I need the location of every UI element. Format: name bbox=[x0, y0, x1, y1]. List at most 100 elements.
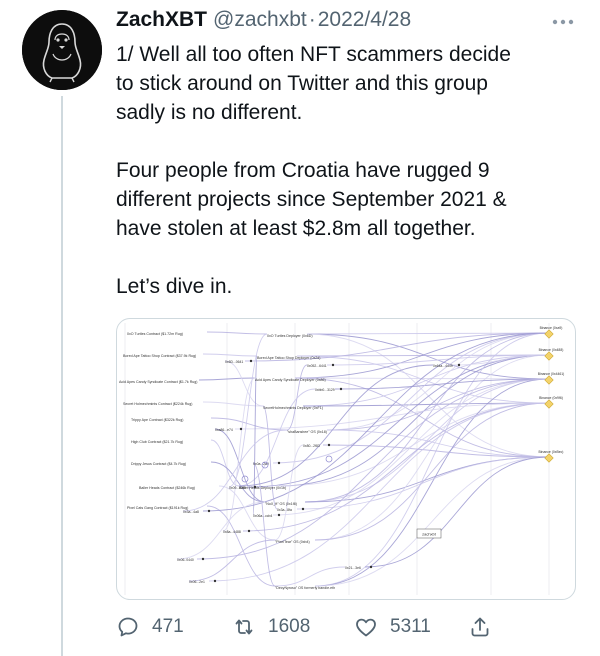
graph-contract-label: Baller Heads Contract ($246k Rug) bbox=[139, 486, 195, 490]
graph-exchange-label: Binance (0xa9) bbox=[540, 326, 563, 330]
reply-button[interactable]: 471 bbox=[116, 615, 184, 639]
more-button[interactable] bbox=[548, 10, 578, 34]
graph-exchange-node bbox=[544, 351, 554, 361]
graph-contract-label: Drippy Jesus Contract ($4.7k Rug) bbox=[131, 462, 186, 466]
tweet-text-line: sadly is no different. bbox=[116, 101, 303, 124]
graph-edge bbox=[262, 405, 278, 510]
tweet-text-line: Let’s dive in. bbox=[116, 275, 233, 298]
tweet-text-line: have stolen at least $2.8m all together. bbox=[116, 217, 476, 240]
graph-center-label: zachxbt bbox=[422, 532, 437, 537]
author-avatar[interactable] bbox=[22, 10, 102, 90]
graph-edge bbox=[188, 539, 276, 582]
tweet-date[interactable]: 2022/4/28 bbox=[318, 8, 411, 32]
like-button[interactable]: 5311 bbox=[354, 615, 431, 639]
graph-contract-label: Bored Ape Tattoo Shop Contract ($37.9k R… bbox=[123, 354, 196, 358]
author-display-name[interactable]: ZachXBT bbox=[116, 8, 207, 32]
graph-wallet-label: 0x21...3e6 bbox=[345, 566, 361, 570]
graph-exchange-node bbox=[544, 399, 554, 409]
graph-deployer-label: Bored Ape Tattoo Shop Deployer (0x2d) bbox=[257, 356, 320, 360]
graph-wallet-label: 0x8a...4488 bbox=[223, 530, 241, 534]
like-count: 5311 bbox=[390, 616, 431, 637]
share-button[interactable] bbox=[468, 615, 492, 639]
graph-wallet-label: 0x06a...ccb4 bbox=[253, 514, 272, 518]
graph-wallet-node bbox=[213, 579, 217, 583]
tweet-media-image[interactable]: 0xO Turtles Contract ($1.72m Rug) Bored A… bbox=[116, 318, 576, 600]
graph-edge bbox=[206, 505, 276, 587]
graph-wallet-label: 0x6D...0641 bbox=[225, 360, 243, 364]
graph-wallet-label: 0x64a...4449 bbox=[433, 364, 453, 368]
graph-wallet-node bbox=[339, 387, 343, 391]
graph-edge bbox=[238, 388, 316, 487]
reply-icon bbox=[118, 617, 138, 637]
retweet-button[interactable]: 1608 bbox=[232, 615, 310, 639]
graph-wallet-node bbox=[369, 565, 373, 569]
heart-icon bbox=[356, 618, 376, 637]
graph-deployer-label: SecretHolmechmints Deployer (0xF1) bbox=[263, 406, 323, 410]
penguin-avatar-icon bbox=[22, 10, 102, 90]
graph-edge bbox=[278, 354, 550, 487]
graph-edge bbox=[202, 401, 264, 407]
graph-edge bbox=[274, 444, 304, 541]
graph-contract-label: Acid Apes Candy Syndicate Contract ($1.7… bbox=[119, 380, 198, 384]
reply-count: 471 bbox=[152, 616, 184, 637]
graph-wallet-node bbox=[207, 509, 211, 513]
graph-edge bbox=[306, 333, 550, 458]
tweet-text-line: different projects since September 2021 … bbox=[116, 188, 507, 211]
graph-wallet-node bbox=[327, 443, 331, 447]
tweet: ZachXBT @zachxbt · 2022/4/28 1/ Well all… bbox=[0, 0, 600, 656]
graph-wallet-label: 0xa86...e74 bbox=[215, 428, 233, 432]
tweet-header: ZachXBT @zachxbt · 2022/4/28 bbox=[116, 8, 411, 38]
graph-exchange-label: Binance (0x9f6) bbox=[539, 396, 563, 400]
tweet-text-line: Four people from Croatia have rugged 9 bbox=[116, 159, 490, 182]
graph-contract-label: Pixel Cats Gang Contract ($191k Rug) bbox=[127, 506, 188, 510]
graph-wallet-label: 0xbb0...3129 bbox=[315, 388, 335, 392]
graph-deployer-label: Acid Apes Candy Syndicate Deployer (0x86… bbox=[255, 378, 326, 382]
graph-contract-label: High Club Contract ($21.7k Rug) bbox=[131, 440, 183, 444]
graph-wallet-node bbox=[277, 513, 281, 517]
graph-deployer-label: "PixelTear" OS (0xb4) bbox=[275, 540, 310, 544]
graph-wallet-node bbox=[331, 363, 335, 367]
graph-exchange-node bbox=[544, 453, 554, 463]
graph-wallet-node bbox=[253, 485, 257, 489]
graph-exchange-label: Binance (0x488) bbox=[539, 348, 564, 352]
graph-wallet-node bbox=[249, 359, 253, 363]
graph-wallet-label: 0x06..0440 bbox=[177, 558, 194, 562]
network-graph-image: 0xO Turtles Contract ($1.72m Rug) Bored A… bbox=[119, 323, 565, 595]
graph-deployer-label: Baller Heads Deployer (0x1b) bbox=[239, 486, 286, 490]
graph-wallet-label: 0x06...2e1 bbox=[189, 580, 205, 584]
header-separator: · bbox=[308, 8, 316, 31]
graph-edge bbox=[224, 360, 264, 407]
graph-wallet-label: 0x3a...8fa bbox=[277, 508, 292, 512]
thread-connector-line bbox=[61, 96, 63, 656]
graph-wallet-node bbox=[277, 461, 281, 465]
graph-wallet-label: 0x052...6441 bbox=[307, 364, 327, 368]
graph-deployer-label: "DecyNyroso" OS formerly bandie.eth bbox=[275, 586, 335, 590]
graph-edge bbox=[182, 429, 288, 512]
graph-edge bbox=[202, 353, 258, 357]
graph-wallet-label: 0x80...2f83 bbox=[303, 444, 320, 448]
graph-highlight-node bbox=[325, 455, 333, 463]
share-icon bbox=[471, 617, 489, 637]
graph-deployer-label: "shaBanshee" OS (0x18) bbox=[287, 430, 327, 434]
retweet-count: 1608 bbox=[268, 616, 311, 637]
tweet-text-line: 1/ Well all too often NFT scammers decid… bbox=[116, 43, 511, 66]
graph-wallet-node bbox=[201, 557, 205, 561]
graph-wallet-label: 0x3a...4a8 bbox=[183, 510, 199, 514]
graph-contract-label: Secret Holmechmints Contract ($224k Rug) bbox=[123, 402, 193, 406]
graph-edge bbox=[452, 354, 550, 366]
graph-exchange-label: Binance (0x4461) bbox=[538, 372, 565, 376]
tweet-actions: 471 1608 5311 bbox=[116, 610, 516, 644]
graph-contract-label: 0xO Turtles Contract ($1.72m Rug) bbox=[127, 332, 183, 336]
graph-wallet-node bbox=[457, 363, 461, 367]
retweet-icon bbox=[235, 619, 253, 635]
graph-exchange-node bbox=[544, 329, 554, 339]
author-handle[interactable]: @zachxbt bbox=[213, 8, 307, 32]
tweet-text: 1/ Well all too often NFT scammers decid… bbox=[116, 40, 584, 301]
graph-deployer-label: 0xO Turtles Deployer (0x6D) bbox=[267, 334, 313, 338]
graph-contract-label: Trippy Ape Contract ($322k Rug) bbox=[131, 418, 183, 422]
graph-edge bbox=[208, 402, 550, 582]
more-dots-icon bbox=[552, 19, 574, 25]
graph-wallet-node bbox=[239, 427, 243, 431]
